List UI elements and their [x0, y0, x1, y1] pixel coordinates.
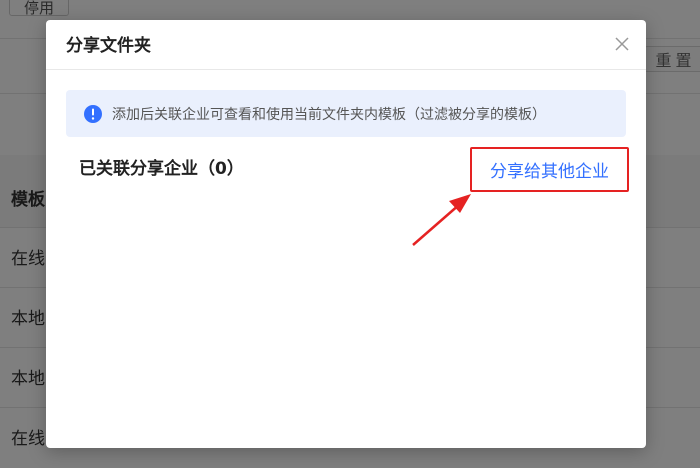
linked-companies-label: 已关联分享企业（0） [79, 159, 244, 179]
close-button[interactable] [612, 34, 632, 54]
share-to-other-companies-link[interactable]: 分享给其他企业 [470, 147, 629, 192]
info-banner: 添加后关联企业可查看和使用当前文件夹内模板（过滤被分享的模板） [66, 90, 626, 137]
close-icon [615, 37, 629, 51]
info-text: 添加后关联企业可查看和使用当前文件夹内模板（过滤被分享的模板） [112, 106, 546, 123]
dialog-divider [46, 69, 646, 70]
info-icon [84, 104, 102, 123]
share-folder-dialog: 分享文件夹 添加后关联企业可查看和使用当前文件夹内模板（过滤被分享的模板） 已关… [46, 20, 646, 448]
dialog-title: 分享文件夹 [66, 36, 151, 56]
